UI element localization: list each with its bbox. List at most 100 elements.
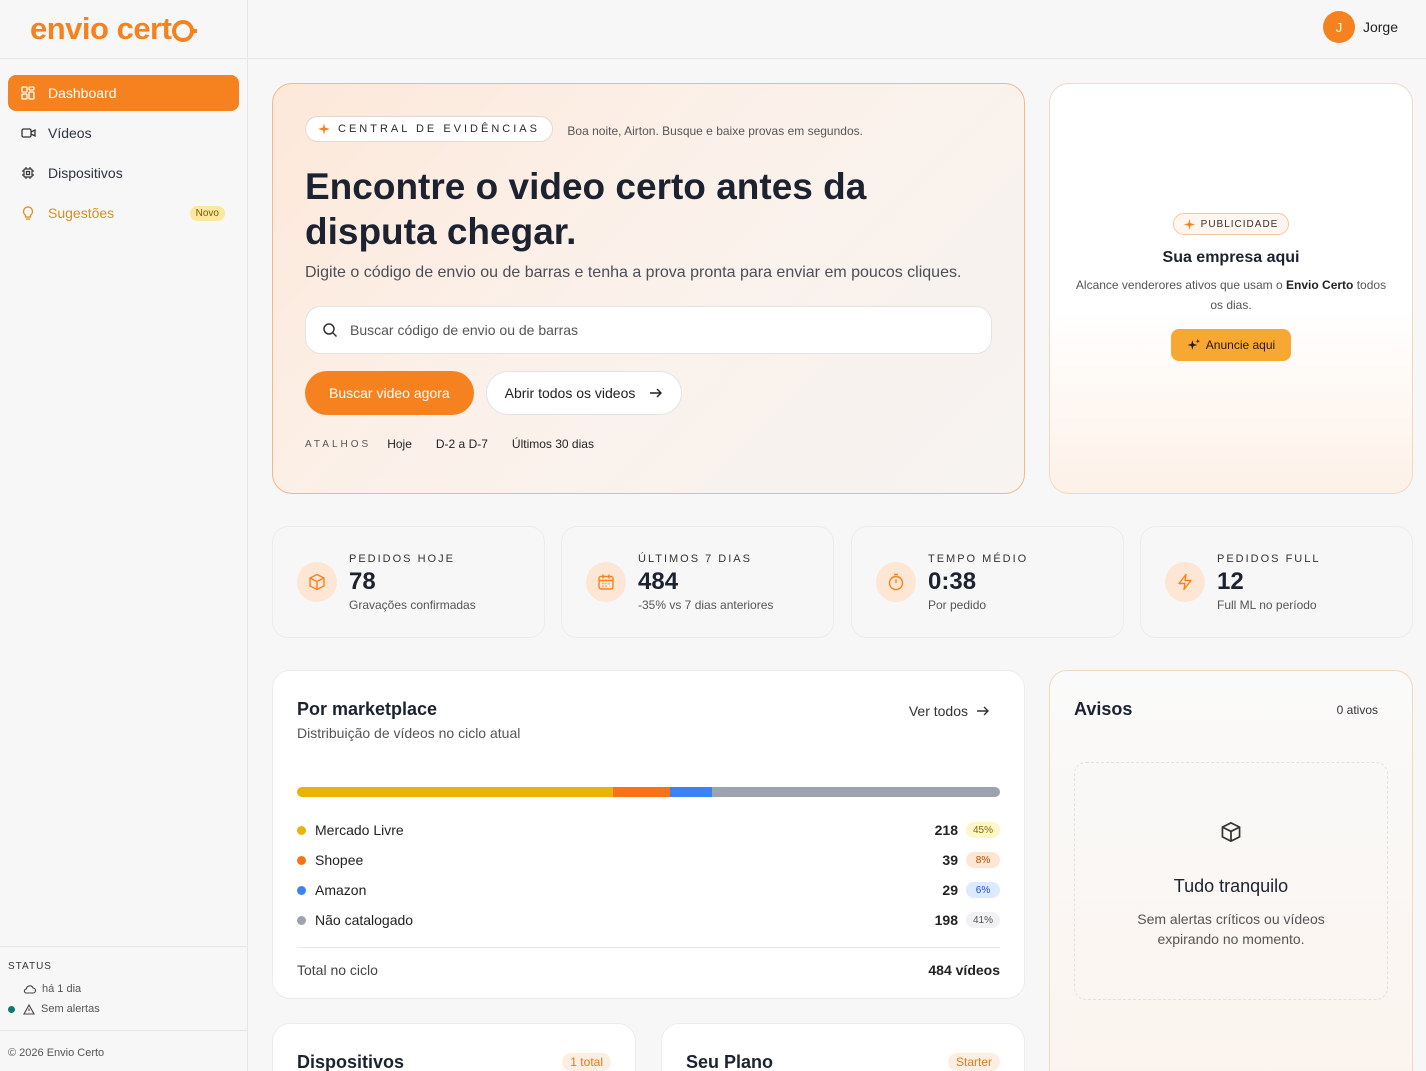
legend-value: 39 <box>942 852 958 868</box>
empty-text: Sem alertas críticos ou vídeos expirando… <box>1137 911 1325 947</box>
open-all-videos-button[interactable]: Abrir todos os videos <box>485 371 683 415</box>
kpi-label: PEDIDOS HOJE <box>349 552 455 565</box>
sidebar-nav: Dashboard Vídeos Dispositivos Sugestões … <box>0 59 247 251</box>
sidebar-item-devices[interactable]: Dispositivos <box>8 155 239 191</box>
devices-count-badge: 1 total <box>562 1053 611 1071</box>
marketplace-card: Por marketplace Distribuição de vídeos n… <box>272 670 1025 999</box>
legend-row: Mercado Livre 218 45% <box>297 815 1000 845</box>
plan-badge: Starter <box>947 1053 1000 1071</box>
dashboard-icon <box>20 85 36 101</box>
timer-icon <box>876 562 916 602</box>
topbar: J Jorge <box>248 0 1426 59</box>
legend-name: Mercado Livre <box>315 822 404 838</box>
sidebar: envio cert Dashboard Vídeos Dispositivos… <box>0 0 248 1071</box>
ad-card: PUBLICIDADE Sua empresa aqui Alcance ven… <box>1049 83 1413 494</box>
copyright: © 2026 Envio Certo <box>0 1030 247 1071</box>
hero-subtitle: Digite o código de envio ou de barras e … <box>305 264 962 281</box>
legend-dot <box>297 825 306 835</box>
avatar[interactable]: J <box>1322 11 1355 43</box>
ad-text-before: Alcance venderores ativos que usam o <box>1075 278 1287 292</box>
ad-chip: PUBLICIDADE <box>1172 213 1290 235</box>
arrow-right-icon <box>650 388 663 398</box>
bar-segment <box>669 787 712 797</box>
search-box[interactable] <box>305 306 992 354</box>
legend-value: 29 <box>942 882 958 898</box>
chip-icon <box>20 165 36 181</box>
bar-segment <box>613 787 670 797</box>
legend-value: 198 <box>934 912 958 928</box>
legend-name: Não catalogado <box>315 912 414 928</box>
ad-text-brand: Envio Certo <box>1286 278 1354 292</box>
see-all-label: Ver todos <box>908 703 968 719</box>
kpi-sub: -35% vs 7 dias anteriores <box>638 597 774 612</box>
bar-segment <box>711 787 1000 797</box>
bolt-icon <box>1165 562 1205 602</box>
ad-text: Alcance venderores ativos que usam o Env… <box>1071 275 1391 315</box>
status-panel: STATUS há 1 dia Sem alertas <box>0 946 247 1022</box>
sidebar-item-suggestions[interactable]: Sugestões Novo <box>8 195 239 231</box>
devices-card: Dispositivos 1 total <box>272 1023 636 1071</box>
user-name: Jorge <box>1362 19 1398 35</box>
legend-percent: 6% <box>966 882 1000 898</box>
shortcut-last-30-days[interactable]: Últimos 30 dias <box>512 437 594 451</box>
notices-empty-state: Tudo tranquilo Sem alertas críticos ou v… <box>1074 762 1388 1000</box>
bar-segment <box>297 787 614 797</box>
hero-title: Encontre o video certo antes da disputa … <box>305 166 867 252</box>
video-icon <box>20 125 36 141</box>
distribution-bar <box>297 787 1000 797</box>
status-sync-text: há 1 dia <box>42 983 82 995</box>
sparkles-icon <box>1187 338 1200 350</box>
user-menu[interactable]: J Jorge <box>1322 11 1398 43</box>
sparkle-icon <box>318 123 330 135</box>
search-video-button[interactable]: Buscar video agora <box>305 371 474 415</box>
marketplace-legend: Mercado Livre 218 45% Shopee 39 8% Amazon 29 6% N… <box>297 815 1000 935</box>
search-icon <box>323 323 338 338</box>
cloud-icon <box>23 985 36 994</box>
new-badge: Novo <box>189 205 225 221</box>
calendar-icon <box>586 562 626 602</box>
total-value: 484 vídeos <box>928 962 1000 978</box>
logo[interactable]: envio cert <box>0 0 247 59</box>
status-online-dot <box>8 1005 15 1013</box>
see-all-link[interactable]: Ver todos <box>909 703 990 719</box>
ad-chip-label: PUBLICIDADE <box>1200 218 1279 230</box>
hero-actions: Buscar video agora Abrir todos os videos <box>305 371 992 415</box>
box-icon <box>297 562 337 602</box>
sidebar-item-label: Vídeos <box>48 125 92 141</box>
legend-dot <box>297 855 306 865</box>
status-sync: há 1 dia <box>8 982 239 996</box>
shortcut-today[interactable]: Hoje <box>387 437 412 451</box>
chip-label: CENTRAL DE EVIDÊNCIAS <box>338 123 540 135</box>
shortcut-d2-d7[interactable]: D-2 a D-7 <box>436 437 488 451</box>
legend-percent: 41% <box>966 912 1000 928</box>
hero-panel: CENTRAL DE EVIDÊNCIAS Boa noite, Airton.… <box>272 83 1025 494</box>
search-input[interactable] <box>350 322 950 338</box>
ad-title: Sua empresa aqui <box>1162 249 1300 266</box>
arrow-right-icon <box>977 706 989 716</box>
kpi-label: PEDIDOS FULL <box>1217 552 1321 565</box>
sidebar-item-label: Sugestões <box>48 205 115 221</box>
lightbulb-icon <box>20 205 36 221</box>
status-title: STATUS <box>8 961 52 972</box>
logo-text: envio cert <box>30 11 172 46</box>
legend-name: Amazon <box>315 882 367 898</box>
advertise-label: Anuncie aqui <box>1205 338 1276 352</box>
sidebar-item-dashboard[interactable]: Dashboard <box>8 75 239 111</box>
sidebar-item-label: Dashboard <box>48 85 117 101</box>
legend-row: Amazon 29 6% <box>297 875 1000 905</box>
kpi-orders-today: PEDIDOS HOJE 78 Gravações confirmadas <box>272 526 545 638</box>
advertise-button[interactable]: Anuncie aqui <box>1170 329 1292 361</box>
sidebar-item-videos[interactable]: Vídeos <box>8 115 239 151</box>
marketplace-title: Por marketplace <box>297 699 438 719</box>
legend-percent: 8% <box>966 852 1000 868</box>
shortcuts: ATALHOS Hoje D-2 a D-7 Últimos 30 dias <box>305 437 992 451</box>
marketplace-description: Distribuição de vídeos no ciclo atual <box>297 725 521 741</box>
greeting: Boa noite, Airton. Busque e baixe provas… <box>567 123 863 138</box>
kpi-label: TEMPO MÉDIO <box>928 552 1029 565</box>
legend-row: Shopee 39 8% <box>297 845 1000 875</box>
sidebar-item-label: Dispositivos <box>48 165 123 181</box>
kpi-full-orders: PEDIDOS FULL 12 Full ML no período <box>1140 526 1413 638</box>
legend-value: 218 <box>934 822 958 838</box>
logo-ring-icon <box>172 20 198 42</box>
plan-card: Seu Plano Starter <box>661 1023 1025 1071</box>
